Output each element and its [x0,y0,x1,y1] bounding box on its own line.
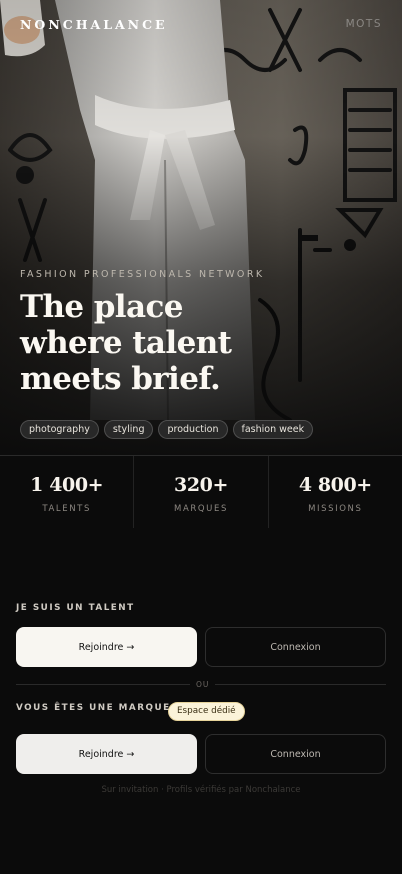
tag-production[interactable]: production [158,420,228,439]
stat-value: 320+ [174,474,228,496]
headline-line: meets brief. [20,361,221,397]
hero-section: NONCHALANCE MOTS FASHION PROFESSIONALS N… [0,0,402,455]
stat-label: MISSIONS [308,504,363,514]
headline-line: The place [20,289,183,325]
tag-fashion-week[interactable]: fashion week [232,420,314,439]
nav-link[interactable]: MOTS [346,18,382,30]
brand-join-button[interactable]: Rejoindre → [16,734,197,774]
headline-line: where talent [20,325,232,361]
dedicated-space-badge: Espace dédié [168,702,245,721]
talent-section-label: JE SUIS UN TALENT [16,603,135,613]
tag-photography[interactable]: photography [20,420,99,439]
hero-headline: The place where talent meets brief. [20,289,340,397]
brand-logo[interactable]: NONCHALANCE [20,17,168,32]
stat-value: 4 800+ [298,474,372,496]
divider-label: OU [190,680,216,689]
brand-login-button[interactable]: Connexion [205,734,386,774]
talent-join-button[interactable]: Rejoindre → [16,627,197,667]
hero-kicker: FASHION PROFESSIONALS NETWORK [20,269,265,280]
tag-styling[interactable]: styling [103,420,154,439]
stat-value: 1 400+ [30,474,104,496]
brand-section-label: VOUS ÊTES UNE MARQUE ? [16,703,182,713]
stats-bar: 1 400+ TALENTS 320+ MARQUES 4 800+ MISSI… [0,455,402,528]
tag-list: photography styling production fashion w… [20,420,314,439]
stat-missions: 4 800+ MISSIONS [269,456,402,528]
talent-login-button[interactable]: Connexion [205,627,386,667]
stat-label: MARQUES [174,504,228,514]
stat-brands: 320+ MARQUES [134,456,269,528]
footnote: Sur invitation · Profils vérifiés par No… [101,785,301,795]
stat-talents: 1 400+ TALENTS [0,456,135,528]
stat-label: TALENTS [42,504,91,514]
